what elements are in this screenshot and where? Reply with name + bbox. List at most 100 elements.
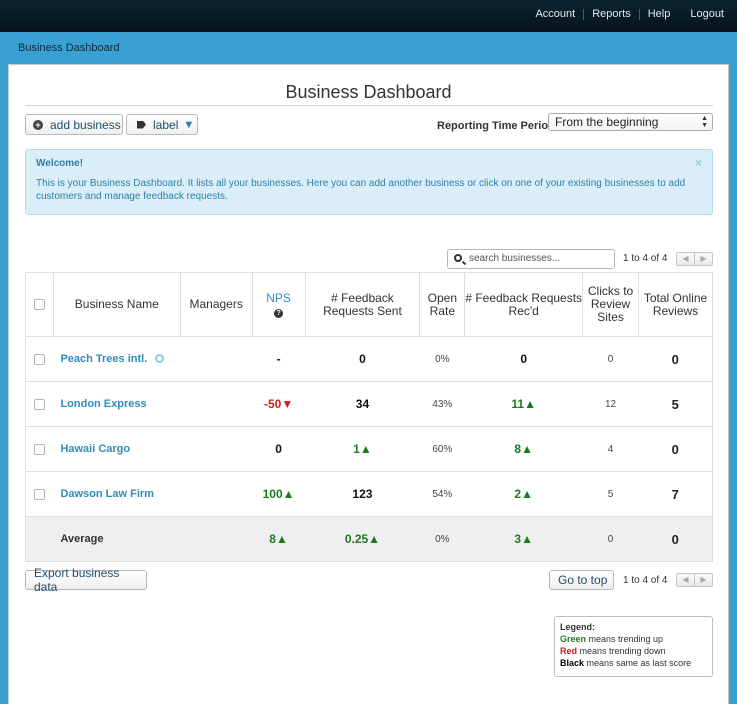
- reporting-period-select[interactable]: From the beginning ▲ ▼: [548, 113, 713, 131]
- caret-down-icon: ▼: [183, 118, 195, 131]
- business-name-cell: Hawaii Cargo: [53, 426, 253, 472]
- logout-link[interactable]: Logout: [690, 8, 724, 20]
- table-header-row: Business Name Managers NPS ? # Feedback …: [25, 272, 713, 337]
- average-label: Average: [53, 516, 253, 562]
- clicks-cell: 4: [582, 426, 639, 472]
- close-icon[interactable]: ×: [695, 156, 702, 170]
- legend-green-text: means trending up: [586, 634, 664, 644]
- account-link[interactable]: Account: [535, 8, 575, 20]
- recd-cell: 2▲: [464, 471, 583, 517]
- sent-cell: 123: [305, 471, 420, 517]
- go-to-top-button[interactable]: Go to top: [549, 570, 614, 590]
- reporting-period-label: Reporting Time Period: [437, 120, 555, 132]
- business-link[interactable]: London Express: [60, 398, 146, 410]
- prev-page-button[interactable]: ◀: [677, 253, 694, 265]
- feedback-sent-header[interactable]: # Feedback Requests Sent: [305, 272, 421, 337]
- nps-header-label[interactable]: NPS: [266, 291, 291, 305]
- nps-cell: -50▼: [252, 381, 306, 427]
- export-button[interactable]: Export business data: [25, 566, 147, 594]
- legend-black-line: Black means same as last score: [560, 657, 707, 669]
- business-link[interactable]: Peach Trees intl.: [60, 353, 147, 365]
- sent-cell: 34: [305, 381, 420, 427]
- open-rate-cell: 0%: [419, 336, 465, 382]
- label-dropdown-button[interactable]: label ▼: [126, 114, 198, 135]
- business-link[interactable]: Hawaii Cargo: [60, 443, 130, 455]
- open-rate-cell: 43%: [419, 381, 465, 427]
- pager-count: 1 to 4 of 4: [623, 253, 668, 264]
- avg-nps-cell: 8▲: [252, 516, 306, 562]
- legend-green-line: Green means trending up: [560, 633, 707, 645]
- row-checkbox-cell: [25, 426, 54, 472]
- row-checkbox[interactable]: [34, 399, 46, 411]
- search-icon: [454, 254, 462, 262]
- row-checkbox-cell: [25, 381, 54, 427]
- legend-black-word: Black: [560, 658, 585, 668]
- table-row: London Express -50▼ 34 43% 11▲ 12 5: [25, 381, 713, 427]
- reviews-cell: 5: [638, 381, 713, 427]
- welcome-alert: Welcome! This is your Business Dashboard…: [25, 149, 713, 215]
- go-to-top-label: Go to top: [558, 573, 608, 587]
- total-reviews-header[interactable]: Total Online Reviews: [638, 272, 713, 337]
- alert-body: This is your Business Dashboard. It list…: [36, 178, 686, 202]
- table-row: Hawaii Cargo 0 1▲ 60% 8▲ 4 0: [25, 426, 713, 472]
- loading-spinner-icon: [155, 354, 165, 363]
- next-page-button[interactable]: ▶: [694, 574, 712, 586]
- reviews-cell: 0: [638, 426, 713, 472]
- export-button-label: Export business data: [34, 566, 120, 594]
- clicks-cell: 0: [582, 336, 639, 382]
- feedback-recd-header[interactable]: # Feedback Requests Rec'd: [464, 272, 584, 337]
- avg-recd-cell: 3▲: [464, 516, 583, 562]
- avg-sent-cell: 0.25▲: [305, 516, 420, 562]
- select-all-header: [25, 272, 54, 337]
- nps-cell: 100▲: [252, 471, 306, 517]
- top-bar: Account Reports Help Logout: [0, 0, 737, 32]
- add-business-label: add business: [50, 117, 121, 132]
- legend-black-text: means same as last score: [584, 658, 692, 668]
- business-name-cell: Peach Trees intl.: [53, 336, 253, 382]
- legend-red-word: Red: [560, 646, 578, 656]
- legend-green-word: Green: [560, 634, 587, 644]
- open-rate-cell: 54%: [419, 471, 465, 517]
- avg-clicks-cell: 0: [582, 516, 639, 562]
- help-link[interactable]: Help: [648, 8, 671, 20]
- select-all-checkbox[interactable]: [33, 299, 45, 311]
- reviews-cell: 7: [638, 471, 713, 517]
- open-rate-cell: 60%: [419, 426, 465, 472]
- dashboard-panel: Business Dashboard + add business label …: [8, 64, 729, 704]
- search-input[interactable]: search businesses...: [447, 249, 615, 269]
- select-arrows-icon: ▲ ▼: [701, 115, 708, 129]
- open-rate-header[interactable]: Open Rate: [419, 272, 466, 337]
- clicks-cell: 12: [582, 381, 639, 427]
- page-title: Business Dashboard: [285, 82, 452, 102]
- business-name-cell: Dawson Law Firm: [53, 471, 253, 517]
- row-checkbox[interactable]: [34, 444, 46, 456]
- business-link[interactable]: Dawson Law Firm: [60, 488, 154, 500]
- row-checkbox-cell: [25, 471, 54, 517]
- avg-open-rate-cell: 0%: [419, 516, 465, 562]
- breadcrumb[interactable]: Business Dashboard: [18, 42, 120, 54]
- managers-header[interactable]: Managers: [180, 272, 253, 337]
- clicks-header[interactable]: Clicks to Review Sites: [582, 272, 640, 337]
- reporting-period-value: From the beginning: [555, 115, 659, 129]
- avg-reviews-cell: 0: [638, 516, 713, 562]
- business-name-header[interactable]: Business Name: [53, 272, 181, 337]
- add-business-button[interactable]: + add business: [25, 114, 123, 135]
- label-button-label: label: [153, 117, 179, 132]
- average-row: Average 8▲ 0.25▲ 0% 3▲ 0 0: [25, 516, 713, 562]
- pager-buttons-bottom: ◀ ▶: [676, 573, 713, 587]
- legend-box: Legend: Green means trending up Red mean…: [554, 616, 713, 677]
- row-checkbox[interactable]: [34, 354, 46, 366]
- reports-link[interactable]: Reports: [592, 8, 631, 20]
- help-icon[interactable]: ?: [274, 308, 284, 318]
- nav-divider: [638, 8, 640, 20]
- next-page-button[interactable]: ▶: [694, 253, 712, 265]
- sent-cell: 1▲: [305, 426, 420, 472]
- business-name-cell: London Express: [53, 381, 253, 427]
- search-placeholder: search businesses...: [469, 253, 561, 264]
- nps-header[interactable]: NPS ?: [252, 272, 306, 337]
- recd-cell: 8▲: [464, 426, 583, 472]
- clicks-cell: 5: [582, 471, 639, 517]
- row-checkbox[interactable]: [34, 489, 46, 501]
- prev-page-button[interactable]: ◀: [677, 574, 694, 586]
- nps-cell: -: [252, 336, 306, 382]
